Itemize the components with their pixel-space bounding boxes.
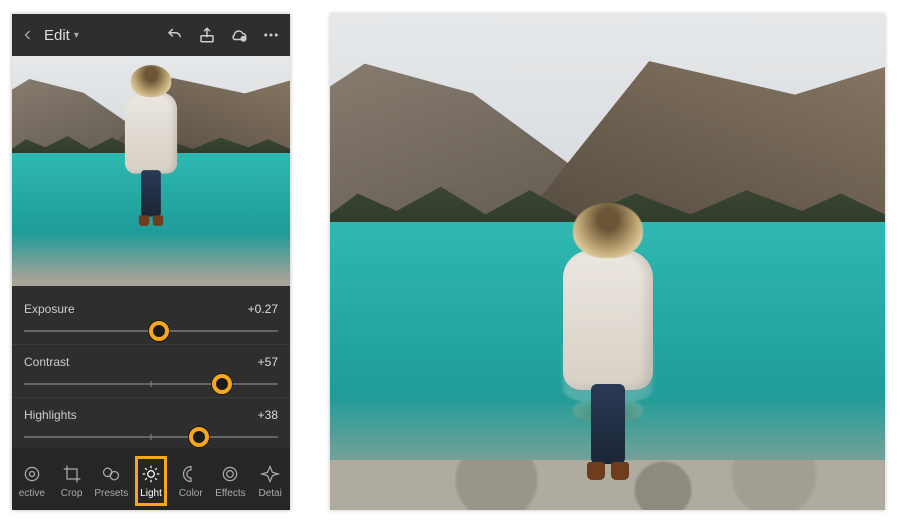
top-bar: Edit ▾: [12, 14, 290, 56]
slider-thumb[interactable]: [212, 374, 232, 394]
back-button[interactable]: [22, 29, 34, 41]
undo-icon[interactable]: [166, 26, 184, 44]
cloud-icon[interactable]: [230, 26, 248, 44]
slider-contrast[interactable]: Contrast +57: [12, 345, 290, 398]
share-icon[interactable]: [198, 26, 216, 44]
tab-label: Effects: [215, 488, 245, 499]
slider-thumb[interactable]: [149, 321, 169, 341]
tab-label: Color: [179, 488, 203, 499]
phone-editor: Edit ▾: [12, 14, 290, 510]
photo-preview[interactable]: [12, 56, 290, 286]
tab-label: Light: [140, 488, 162, 499]
bottom-tabs: ective Crop Presets Light Color Effects …: [12, 448, 290, 510]
tab-label: Presets: [94, 488, 128, 499]
slider-label: Contrast: [24, 355, 69, 369]
tab-label: Crop: [61, 488, 83, 499]
tab-effects[interactable]: Effects: [211, 452, 251, 510]
more-icon[interactable]: [262, 26, 280, 44]
slider-value: +57: [258, 355, 278, 369]
tab-label: Detai: [258, 488, 281, 499]
tab-color[interactable]: Color: [171, 452, 211, 510]
slider-label: Exposure: [24, 302, 75, 316]
title-dropdown-icon[interactable]: ▾: [74, 30, 79, 41]
slider-value: +38: [258, 408, 278, 422]
full-preview-image: [330, 14, 885, 510]
slider-highlights[interactable]: Highlights +38: [12, 398, 290, 451]
tab-crop[interactable]: Crop: [52, 452, 92, 510]
slider-exposure[interactable]: Exposure +0.27: [12, 292, 290, 345]
tab-presets[interactable]: Presets: [91, 452, 131, 510]
page-title[interactable]: Edit: [44, 27, 70, 44]
slider-label: Highlights: [24, 408, 77, 422]
tab-label: ective: [19, 488, 45, 499]
slider-value: +0.27: [248, 302, 278, 316]
tab-light[interactable]: Light: [131, 452, 171, 510]
slider-thumb[interactable]: [189, 427, 209, 447]
tab-selective[interactable]: ective: [12, 452, 52, 510]
tab-detail[interactable]: Detai: [250, 452, 290, 510]
